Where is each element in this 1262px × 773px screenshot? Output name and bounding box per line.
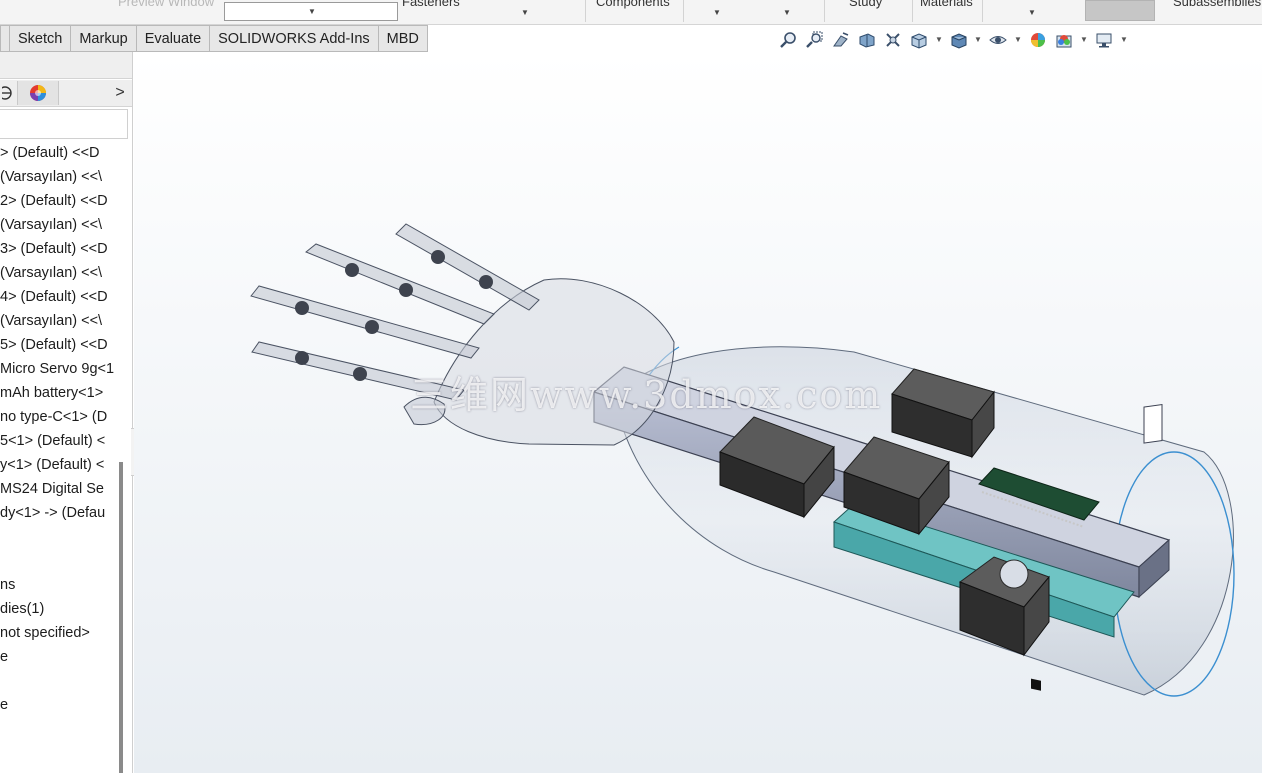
view-settings-icon[interactable] <box>1093 29 1115 51</box>
ribbon-button[interactable] <box>1085 0 1155 21</box>
tree-item[interactable]: 4> (Default) <<D <box>0 285 118 309</box>
ribbon-separator <box>982 0 983 22</box>
zoom-to-fit-icon[interactable] <box>778 29 800 51</box>
tree-item[interactable]: MS24 Digital Se <box>0 477 118 501</box>
tree-item[interactable]: not specified> <box>0 621 118 645</box>
feature-tree: > (Default) <<D (Varsayılan) <<\ 2> (Def… <box>0 141 118 773</box>
tree-scrollbar[interactable] <box>119 462 123 773</box>
chevron-down-icon[interactable]: ▼ <box>713 8 721 17</box>
chevron-down-icon[interactable]: ▼ <box>783 8 791 17</box>
previous-view-icon[interactable] <box>830 29 852 51</box>
ribbon-separator <box>683 0 684 22</box>
chevron-down-icon[interactable]: ▼ <box>1120 35 1128 44</box>
chevron-down-icon[interactable]: ▼ <box>974 35 982 44</box>
hide-show-items-icon[interactable] <box>987 29 1009 51</box>
command-manager-tabs: Sketch Markup Evaluate SOLIDWORKS Add-In… <box>0 25 428 52</box>
tree-item[interactable]: e <box>0 645 118 669</box>
tab-mbd[interactable]: MBD <box>378 25 428 52</box>
feature-tree-filter[interactable] <box>0 109 128 139</box>
fasteners-button[interactable]: Fasteners <box>402 0 460 9</box>
view-orientation-icon[interactable] <box>908 29 930 51</box>
tree-item[interactable]: Micro Servo 9g<1 <box>0 357 118 381</box>
chevron-down-icon[interactable]: ▼ <box>521 8 529 17</box>
tab-markup[interactable]: Markup <box>71 25 137 52</box>
section-view-icon[interactable] <box>856 29 878 51</box>
tree-item[interactable]: mAh battery<1> <box>0 381 118 405</box>
preview-window-label[interactable]: Preview Window <box>118 0 214 9</box>
tree-item[interactable]: (Varsayılan) <<\ <box>0 165 118 189</box>
tab-evaluate[interactable]: Evaluate <box>136 25 211 52</box>
zoom-to-area-icon[interactable] <box>804 29 826 51</box>
ribbon-separator <box>824 0 825 22</box>
tree-item[interactable]: 2> (Default) <<D <box>0 189 118 213</box>
tree-item[interactable]: e <box>0 693 118 717</box>
feature-manager-panel: > > (Default) <<D (Varsayılan) <<\ 2> (D… <box>0 52 133 773</box>
dimxpert-manager-icon[interactable] <box>0 81 18 105</box>
chevron-right-icon[interactable]: > <box>110 81 130 105</box>
tree-item[interactable]: ns <box>0 573 118 597</box>
subassemblies-button[interactable]: Subassemblies <box>1173 0 1261 9</box>
tree-item[interactable]: 5> (Default) <<D <box>0 333 118 357</box>
tree-item[interactable] <box>0 525 118 549</box>
chevron-down-icon[interactable]: ▼ <box>935 35 943 44</box>
tree-item[interactable]: (Varsayılan) <<\ <box>0 309 118 333</box>
tree-item[interactable]: y<1> (Default) < <box>0 453 118 477</box>
display-manager-icon[interactable] <box>18 81 59 105</box>
apply-scene-icon[interactable] <box>1053 29 1075 51</box>
tree-item[interactable]: (Varsayılan) <<\ <box>0 261 118 285</box>
tree-item[interactable]: (Varsayılan) <<\ <box>0 213 118 237</box>
tree-item[interactable]: 3> (Default) <<D <box>0 237 118 261</box>
tree-item[interactable]: dy<1> -> (Defau <box>0 501 118 525</box>
command-manager-ribbon: Preview Window ▼ Fasteners ▼ Components … <box>0 0 1262 25</box>
tree-item[interactable]: no type-C<1> (D <box>0 405 118 429</box>
chevron-down-icon: ▼ <box>308 7 316 16</box>
tree-item[interactable]: 5<1> (Default) < <box>0 429 118 453</box>
feature-manager-tabs: > <box>0 80 132 107</box>
ribbon-separator <box>912 0 913 22</box>
chevron-down-icon[interactable]: ▼ <box>1080 35 1088 44</box>
edit-appearance-icon[interactable] <box>1027 29 1049 51</box>
feature-manager-header <box>0 52 132 79</box>
tab-hidden[interactable] <box>0 25 10 52</box>
watermark: 三维网www.3dmox.com <box>410 373 883 417</box>
graphics-viewport[interactable]: 三维网www.3dmox.com <box>134 52 1262 773</box>
study-button[interactable]: Study <box>849 0 882 9</box>
tree-item[interactable]: dies(1) <box>0 597 118 621</box>
dynamic-annotation-icon[interactable] <box>882 29 904 51</box>
components-button[interactable]: Components <box>596 0 670 9</box>
preview-window-dropdown[interactable]: ▼ <box>224 2 398 21</box>
display-style-icon[interactable] <box>948 29 970 51</box>
tab-sketch[interactable]: Sketch <box>10 25 72 52</box>
tab-solidworks-add-ins[interactable]: SOLIDWORKS Add-Ins <box>210 25 379 52</box>
ribbon-separator <box>585 0 586 22</box>
chevron-down-icon[interactable]: ▼ <box>1014 35 1022 44</box>
materials-button[interactable]: Materials <box>920 0 973 9</box>
chevron-down-icon[interactable]: ▼ <box>1028 8 1036 17</box>
tree-item[interactable] <box>0 669 118 693</box>
tree-item[interactable]: > (Default) <<D <box>0 141 118 165</box>
